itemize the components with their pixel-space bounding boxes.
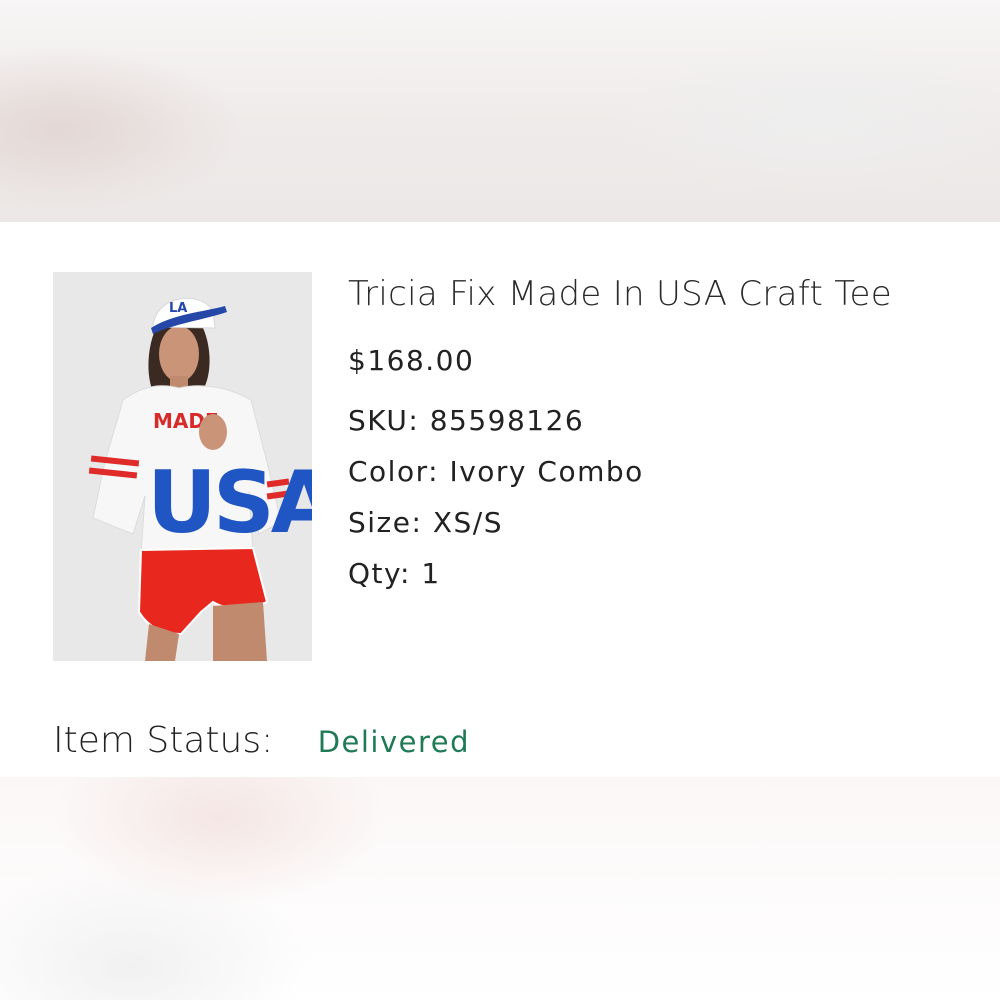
qty-value: 1 [421, 557, 441, 590]
sku-label: SKU: [348, 404, 420, 437]
color-row: Color: Ivory Combo [348, 446, 892, 497]
blurred-background-bottom [0, 777, 1000, 1000]
cap-logo-text: LA [169, 301, 187, 316]
color-label: Color: [348, 455, 440, 488]
product-details: Tricia Fix Made In USA Craft Tee $168.00… [348, 274, 892, 599]
item-status: Item Status: Delivered [53, 720, 470, 761]
size-label: Size: [348, 506, 423, 539]
qty-label: Qty: [348, 557, 411, 590]
color-value: Ivory Combo [449, 455, 644, 488]
product-photo-illustration: LA MADE USA [53, 272, 312, 661]
product-price: $168.00 [348, 344, 475, 377]
screenshot-frame: LA MADE USA Tricia Fix Made In USA Craft… [0, 0, 1000, 1000]
product-image[interactable]: LA MADE USA [53, 272, 312, 661]
shirt-print-main: USA [147, 453, 312, 553]
sku-value: 85598126 [429, 404, 585, 437]
product-title[interactable]: Tricia Fix Made In USA Craft Tee [348, 274, 892, 314]
sku-row: SKU: 85598126 [348, 395, 892, 446]
size-value: XS/S [432, 506, 503, 539]
qty-row: Qty: 1 [348, 548, 892, 599]
item-status-value: Delivered [317, 725, 471, 759]
blurred-background-top [0, 0, 1000, 222]
product-attributes: SKU: 85598126 Color: Ivory Combo Size: X… [348, 395, 892, 599]
item-status-label: Item Status: [53, 720, 274, 761]
order-item-card: LA MADE USA Tricia Fix Made In USA Craft… [0, 222, 1000, 777]
size-row: Size: XS/S [348, 497, 892, 548]
